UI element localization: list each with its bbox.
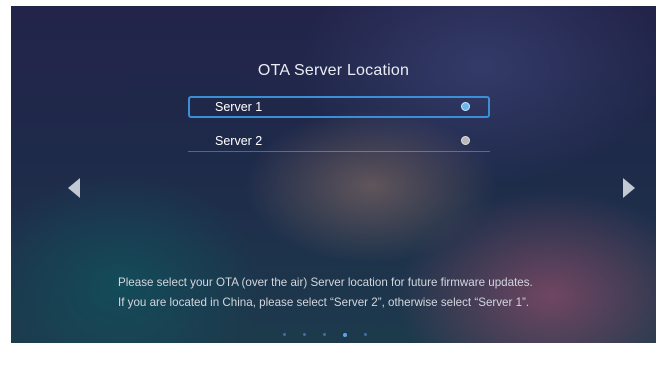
radio-selected-icon[interactable] <box>461 102 470 111</box>
option-label: Server 2 <box>215 134 263 148</box>
triangle-left-icon[interactable] <box>68 178 80 198</box>
page-dot <box>303 333 306 336</box>
page-dot <box>323 333 326 336</box>
ota-setup-screen: OTA Server Location Server 1 Server 2 Pl… <box>11 6 656 343</box>
page-dot-active <box>343 332 347 337</box>
option-server-1[interactable]: Server 1 <box>188 96 490 118</box>
option-server-2[interactable]: Server 2 <box>188 130 490 152</box>
triangle-right-icon[interactable] <box>623 178 635 198</box>
description-line-1: Please select your OTA (over the air) Se… <box>118 276 533 289</box>
page-dot <box>364 333 367 336</box>
option-label: Server 1 <box>215 100 263 114</box>
page-title: OTA Server Location <box>257 62 410 79</box>
radio-unselected-icon[interactable] <box>461 136 470 145</box>
description-line-2: If you are located in China, please sele… <box>118 296 530 309</box>
page-dot <box>283 333 286 336</box>
